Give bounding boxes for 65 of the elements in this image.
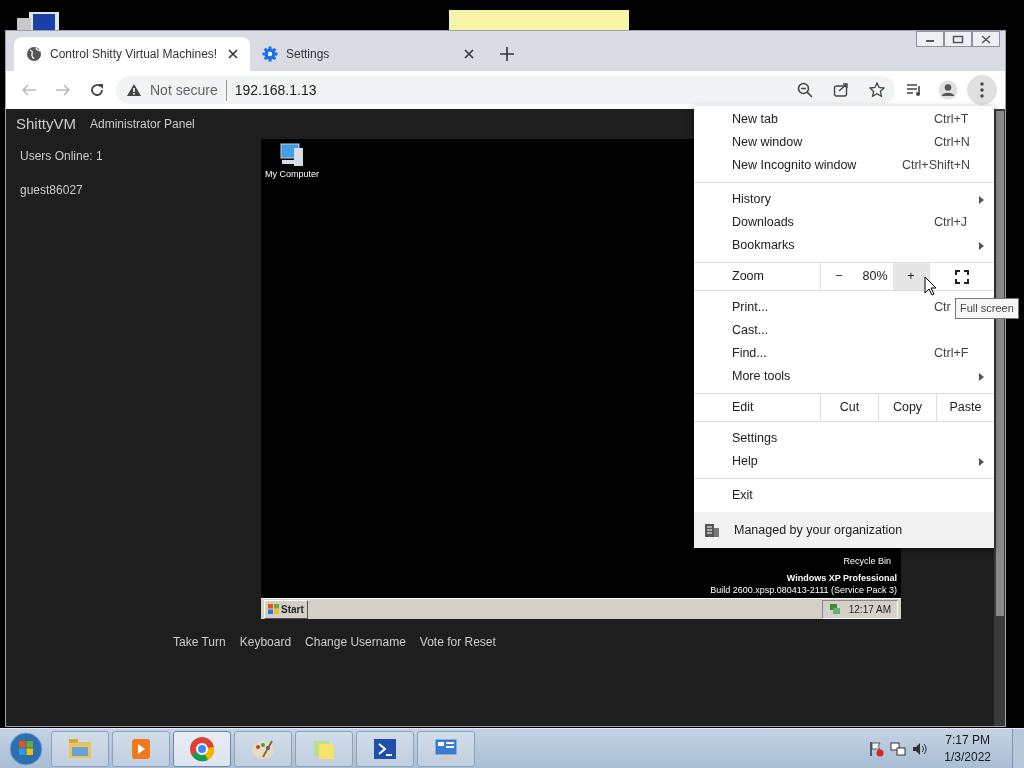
taskbar-button[interactable] xyxy=(356,730,414,767)
browser-icon xyxy=(188,734,216,763)
fullscreen-icon[interactable] xyxy=(955,269,969,284)
flag-icon[interactable] xyxy=(868,740,885,757)
shortcut-text: Ctrl+N xyxy=(934,135,970,150)
nav-link[interactable]: Administrator Panel xyxy=(90,115,195,133)
show-desktop-button[interactable] xyxy=(1012,728,1024,768)
security-label: Not secure xyxy=(150,79,227,101)
zoom-icon[interactable] xyxy=(797,82,813,98)
share-icon[interactable] xyxy=(833,82,849,98)
menu-item[interactable]: New tab Ctrl+T xyxy=(694,108,994,131)
browser-tab[interactable]: Settings xyxy=(250,37,486,71)
clock-time[interactable]: 7:17 PM xyxy=(944,731,991,749)
network-icon[interactable] xyxy=(890,740,907,757)
shortcut-text: Ctrl+T xyxy=(934,112,969,127)
close-button[interactable] xyxy=(972,31,1000,47)
start-button[interactable]: Start xyxy=(264,599,308,619)
zoom-out-button[interactable]: − xyxy=(821,263,857,290)
new-tab-icon[interactable] xyxy=(500,47,514,61)
brand-name[interactable]: ShittyVM xyxy=(16,112,76,136)
user-name: guest86027 xyxy=(20,182,84,199)
computer-icon[interactable] xyxy=(279,142,305,168)
zoom-level: 80% xyxy=(861,268,889,286)
close-icon xyxy=(981,34,991,44)
clock-date[interactable]: 1/3/2022 xyxy=(944,748,991,766)
taskbar-button[interactable] xyxy=(234,730,292,767)
pointer-icon xyxy=(924,276,937,296)
warning-icon xyxy=(126,83,142,97)
computer-icon xyxy=(15,10,61,30)
edition-text: Windows XP Professional xyxy=(785,572,897,584)
windows-logo-icon xyxy=(268,604,279,614)
globe-icon xyxy=(26,46,42,62)
maximize-icon xyxy=(952,34,964,44)
close-icon[interactable] xyxy=(228,49,238,59)
menu-icon[interactable] xyxy=(967,75,997,105)
maximize-button[interactable] xyxy=(944,31,972,47)
gear-icon xyxy=(262,46,278,62)
zoom-in-button[interactable]: + xyxy=(893,263,929,290)
taskbar-button[interactable] xyxy=(173,730,231,767)
action-link[interactable]: Take Turn xyxy=(173,633,226,651)
managed-notice[interactable]: Managed by your organization xyxy=(694,512,994,548)
desktop-icon-label[interactable]: Recycle Bin xyxy=(843,554,891,568)
menu-label: Zoom xyxy=(731,268,765,286)
minimize-button[interactable] xyxy=(916,31,944,47)
users-online-count: Users Online: 1 xyxy=(20,148,104,165)
build-text: Build 2600.xpsp.080413-2111 (Service Pack 3) xyxy=(710,584,897,596)
taskbar-button[interactable] xyxy=(417,730,475,767)
network-icon xyxy=(828,603,841,615)
close-icon[interactable] xyxy=(464,49,474,59)
star-icon[interactable] xyxy=(869,82,885,98)
shortcut-text: Ctrl+F xyxy=(934,346,969,361)
menu-label: Edit xyxy=(731,399,755,417)
shortcut-text: Ctrl+J xyxy=(934,215,967,230)
browser-tab[interactable]: Control Shitty Virtual Machines! xyxy=(14,37,250,71)
building-icon xyxy=(704,522,720,538)
shortcut-text: Ctr xyxy=(934,300,951,315)
desktop-icon-label[interactable]: My Computer xyxy=(265,168,319,182)
action-link[interactable]: Change Username xyxy=(305,633,406,651)
url-text: 192.168.1.13 xyxy=(234,80,317,100)
shortcut-text: Ctrl+Shift+N xyxy=(901,158,970,173)
action-link[interactable]: Vote for Reset xyxy=(419,633,496,651)
action-link[interactable]: Keyboard xyxy=(239,633,292,651)
address-bar[interactable]: Not secure 192.168.1.13 xyxy=(116,76,895,104)
vm-clock: 12:17 AM xyxy=(848,602,891,617)
tooltip: Full screen xyxy=(955,298,1019,319)
